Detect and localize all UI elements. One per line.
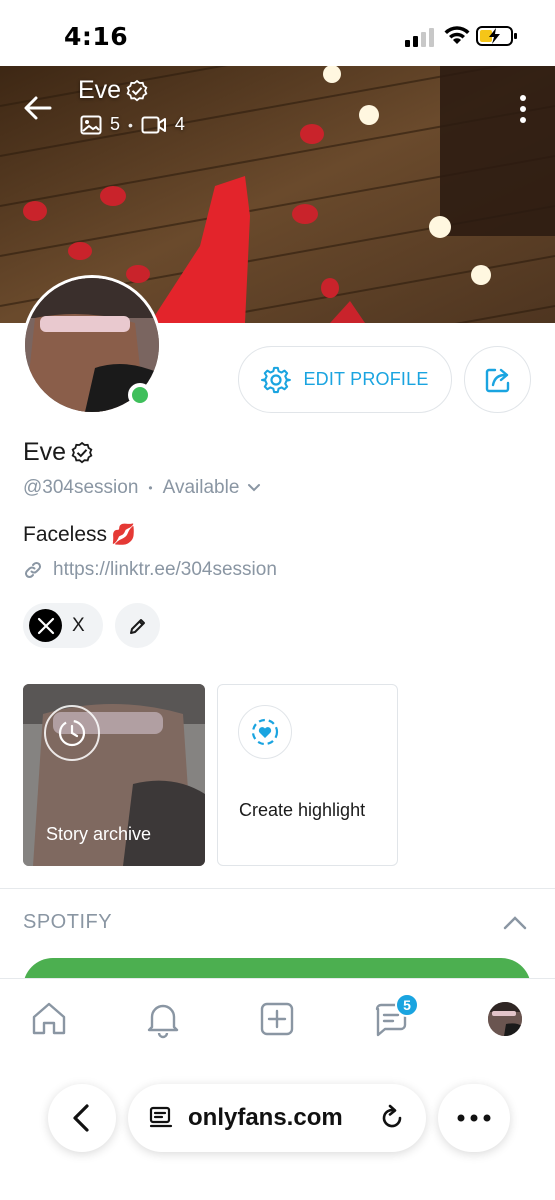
battery-charging-icon xyxy=(476,26,517,46)
link-url: https://linktr.ee/304session xyxy=(53,559,277,580)
chevron-left-icon xyxy=(73,1104,89,1132)
reload-icon[interactable] xyxy=(378,1104,406,1132)
avatar xyxy=(488,1002,522,1036)
handle-separator: • xyxy=(148,481,153,495)
browser-back-button[interactable] xyxy=(48,1084,116,1152)
availability-label: Available xyxy=(162,477,240,498)
profile-name: Eve xyxy=(23,438,94,467)
image-icon xyxy=(80,115,102,134)
pencil-icon xyxy=(129,618,145,634)
address-bar[interactable]: onlyfans.com xyxy=(128,1084,426,1152)
x-logo-icon xyxy=(29,609,62,642)
more-horizontal-icon xyxy=(457,1114,491,1122)
back-arrow-icon[interactable] xyxy=(22,92,54,124)
kiss-mark-icon: 💋 xyxy=(111,524,136,546)
history-clock-icon xyxy=(44,705,100,761)
nav-new-post[interactable] xyxy=(257,999,297,1039)
nav-notifications[interactable] xyxy=(143,999,183,1039)
story-archive-card[interactable]: Story archive xyxy=(23,684,205,866)
url-text: onlyfans.com xyxy=(188,1104,343,1131)
create-highlight-card[interactable]: Create highlight xyxy=(217,684,398,866)
reader-icon xyxy=(149,1106,173,1128)
video-icon xyxy=(141,116,166,133)
plus-square-icon xyxy=(260,1002,294,1036)
verified-icon xyxy=(126,79,148,101)
bio-text: Faceless xyxy=(23,522,108,546)
status-bar: 4:16 xyxy=(0,0,555,66)
bio: Faceless 💋 xyxy=(23,522,136,547)
social-label: X xyxy=(72,614,85,636)
share-icon xyxy=(485,368,509,392)
cover-name: Eve xyxy=(78,76,122,104)
profile-name-text: Eve xyxy=(23,438,67,466)
stats-separator: • xyxy=(128,116,133,133)
nav-home[interactable] xyxy=(29,999,69,1039)
status-time: 4:16 xyxy=(64,22,129,51)
social-chip-x[interactable]: X xyxy=(23,603,103,648)
edit-profile-label: EDIT PROFILE xyxy=(303,369,429,389)
photos-count: 5 xyxy=(110,114,121,134)
home-icon xyxy=(32,1002,66,1035)
verified-icon xyxy=(71,441,93,463)
more-vertical-icon[interactable] xyxy=(518,94,528,124)
wifi-icon xyxy=(444,26,470,44)
browser-more-button[interactable] xyxy=(438,1084,510,1152)
spotify-header: SPOTIFY xyxy=(23,911,113,933)
share-button[interactable] xyxy=(464,346,531,413)
edit-profile-button[interactable]: EDIT PROFILE xyxy=(238,346,452,413)
browser-toolbar: onlyfans.com xyxy=(0,1056,555,1200)
handle-row: @304session • Available xyxy=(23,477,261,499)
bell-icon xyxy=(147,1004,179,1039)
chevron-down-icon xyxy=(248,484,261,492)
gear-icon xyxy=(261,366,292,393)
cellular-signal-icon xyxy=(405,28,434,47)
link-icon xyxy=(24,561,42,579)
cover-title: Eve xyxy=(78,76,149,105)
online-indicator xyxy=(128,383,152,407)
chevron-up-icon[interactable] xyxy=(502,912,528,934)
section-divider xyxy=(0,888,555,889)
profile-avatar[interactable] xyxy=(22,275,162,415)
nav-profile[interactable] xyxy=(485,999,525,1039)
videos-count: 4 xyxy=(174,114,185,134)
story-archive-label: Story archive xyxy=(46,824,152,844)
availability-dropdown[interactable]: Available xyxy=(163,477,262,499)
highlight-heart-icon xyxy=(238,705,292,759)
create-highlight-label: Create highlight xyxy=(239,800,366,820)
bottom-nav: 5 xyxy=(0,978,555,1056)
nav-messages[interactable]: 5 xyxy=(371,993,419,1039)
messages-badge: 5 xyxy=(395,993,419,1017)
username: @304session xyxy=(23,477,139,498)
profile-link[interactable]: https://linktr.ee/304session xyxy=(23,559,277,581)
media-stats: 5 • 4 xyxy=(80,114,185,135)
edit-socials-button[interactable] xyxy=(115,603,160,648)
